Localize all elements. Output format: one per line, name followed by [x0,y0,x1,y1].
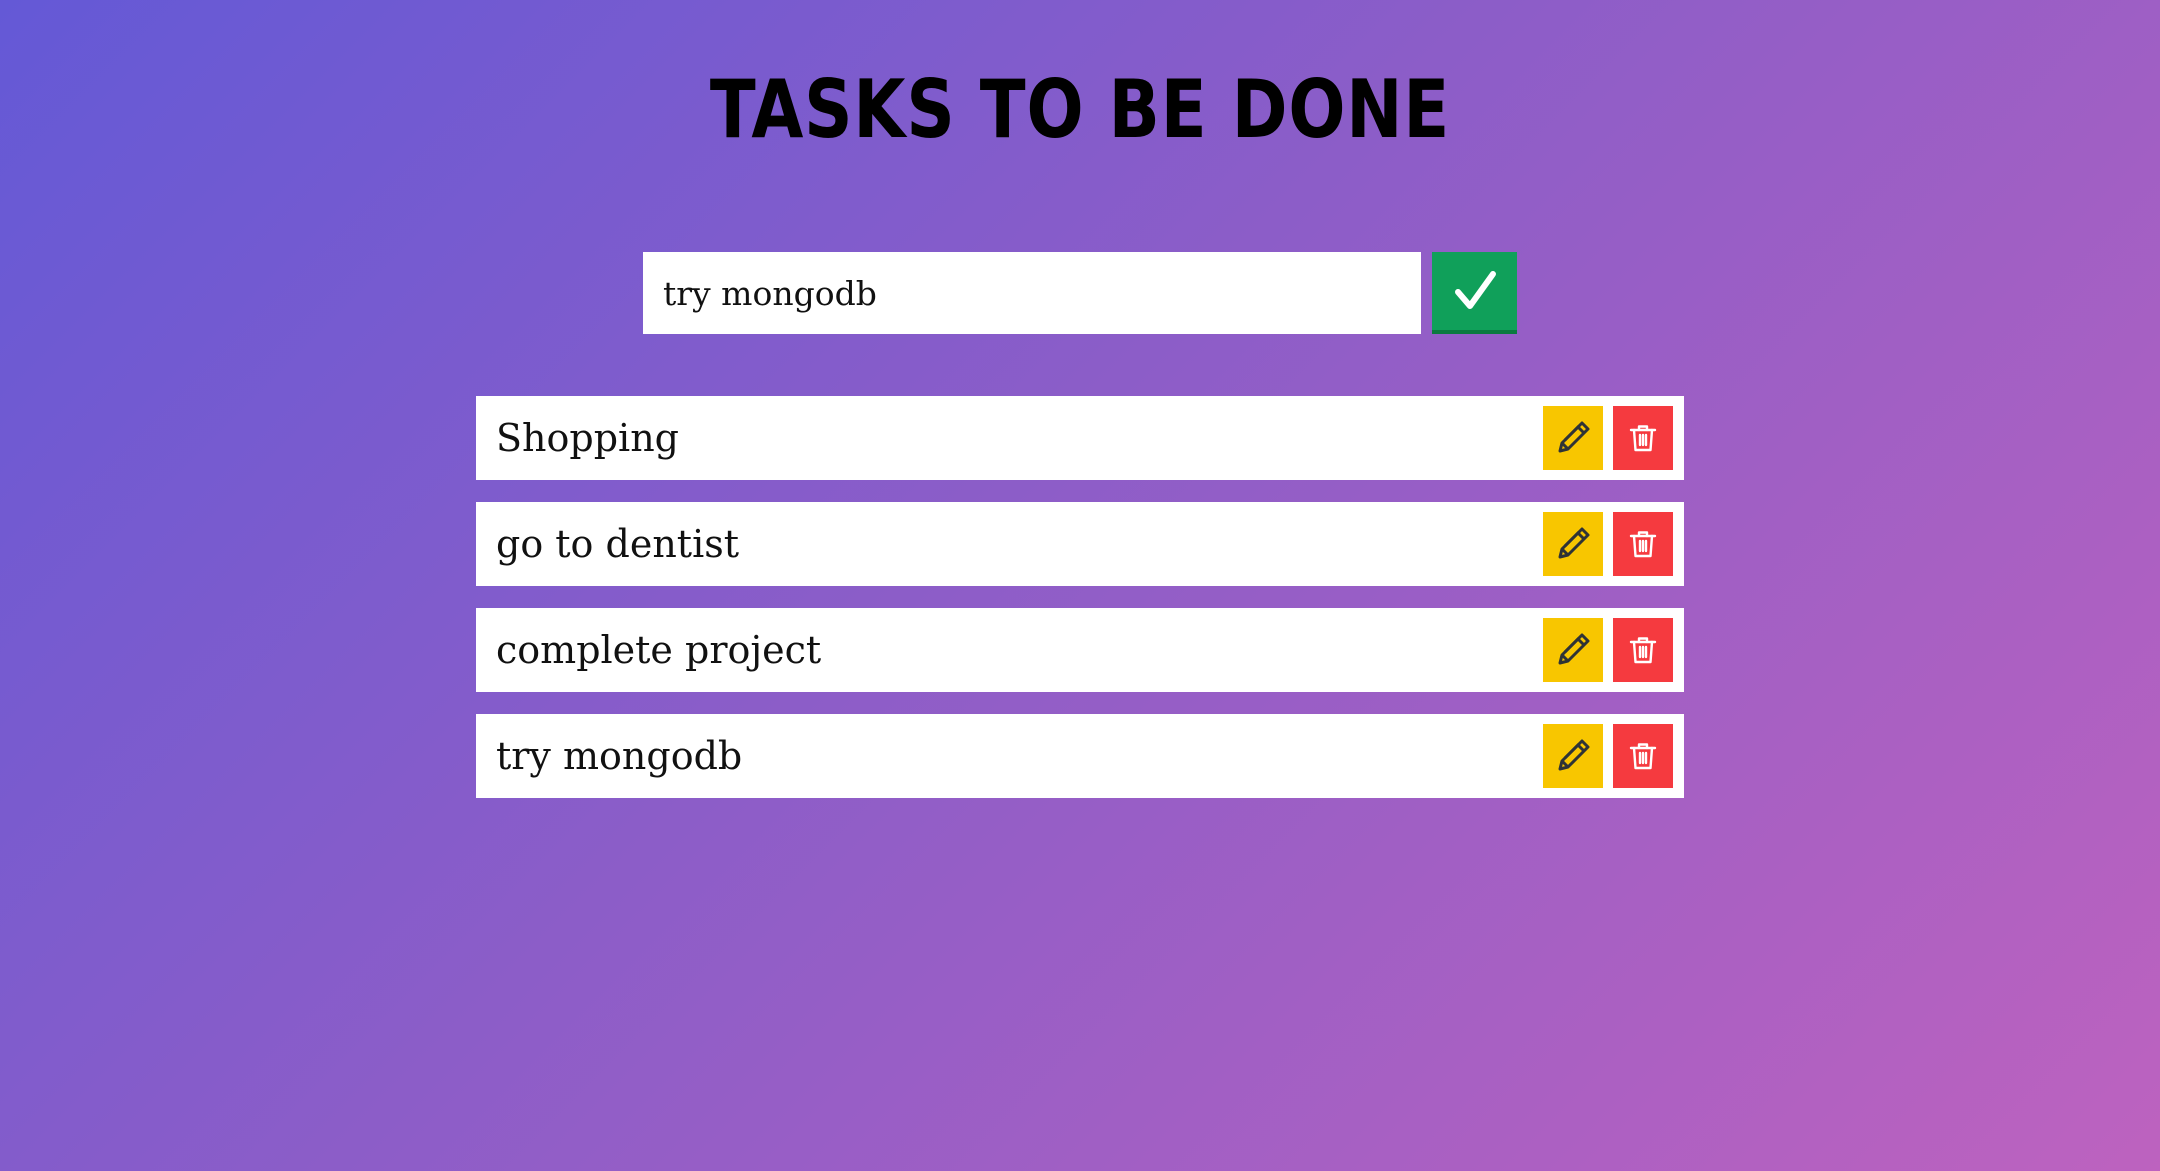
trash-icon [1629,425,1657,452]
edit-task-button[interactable] [1543,512,1603,576]
edit-task-button[interactable] [1543,406,1603,470]
task-text: complete project [496,628,822,672]
task-text: Shopping [496,416,679,460]
task-item: complete project [476,608,1684,692]
delete-task-button[interactable] [1613,724,1673,788]
check-icon [1454,271,1496,309]
pencil-icon [1558,527,1590,559]
edit-task-button[interactable] [1543,618,1603,682]
pencil-icon [1558,421,1590,453]
delete-task-button[interactable] [1613,618,1673,682]
task-item: Shopping [476,396,1684,480]
pencil-icon [1558,739,1590,771]
edit-task-button[interactable] [1543,724,1603,788]
trash-icon [1629,637,1657,664]
task-list: Shopping go to dentist complete project … [476,396,1684,820]
delete-task-button[interactable] [1613,512,1673,576]
task-text: try mongodb [496,734,743,778]
task-text: go to dentist [496,522,739,566]
task-input[interactable] [643,252,1421,334]
trash-icon [1629,531,1657,558]
delete-task-button[interactable] [1613,406,1673,470]
task-item: go to dentist [476,502,1684,586]
add-task-button[interactable] [1432,252,1517,334]
page-title: TASKS TO BE DONE [709,63,1451,156]
task-item: try mongodb [476,714,1684,798]
trash-icon [1629,743,1657,770]
pencil-icon [1558,633,1590,665]
add-task-form [643,252,1517,334]
